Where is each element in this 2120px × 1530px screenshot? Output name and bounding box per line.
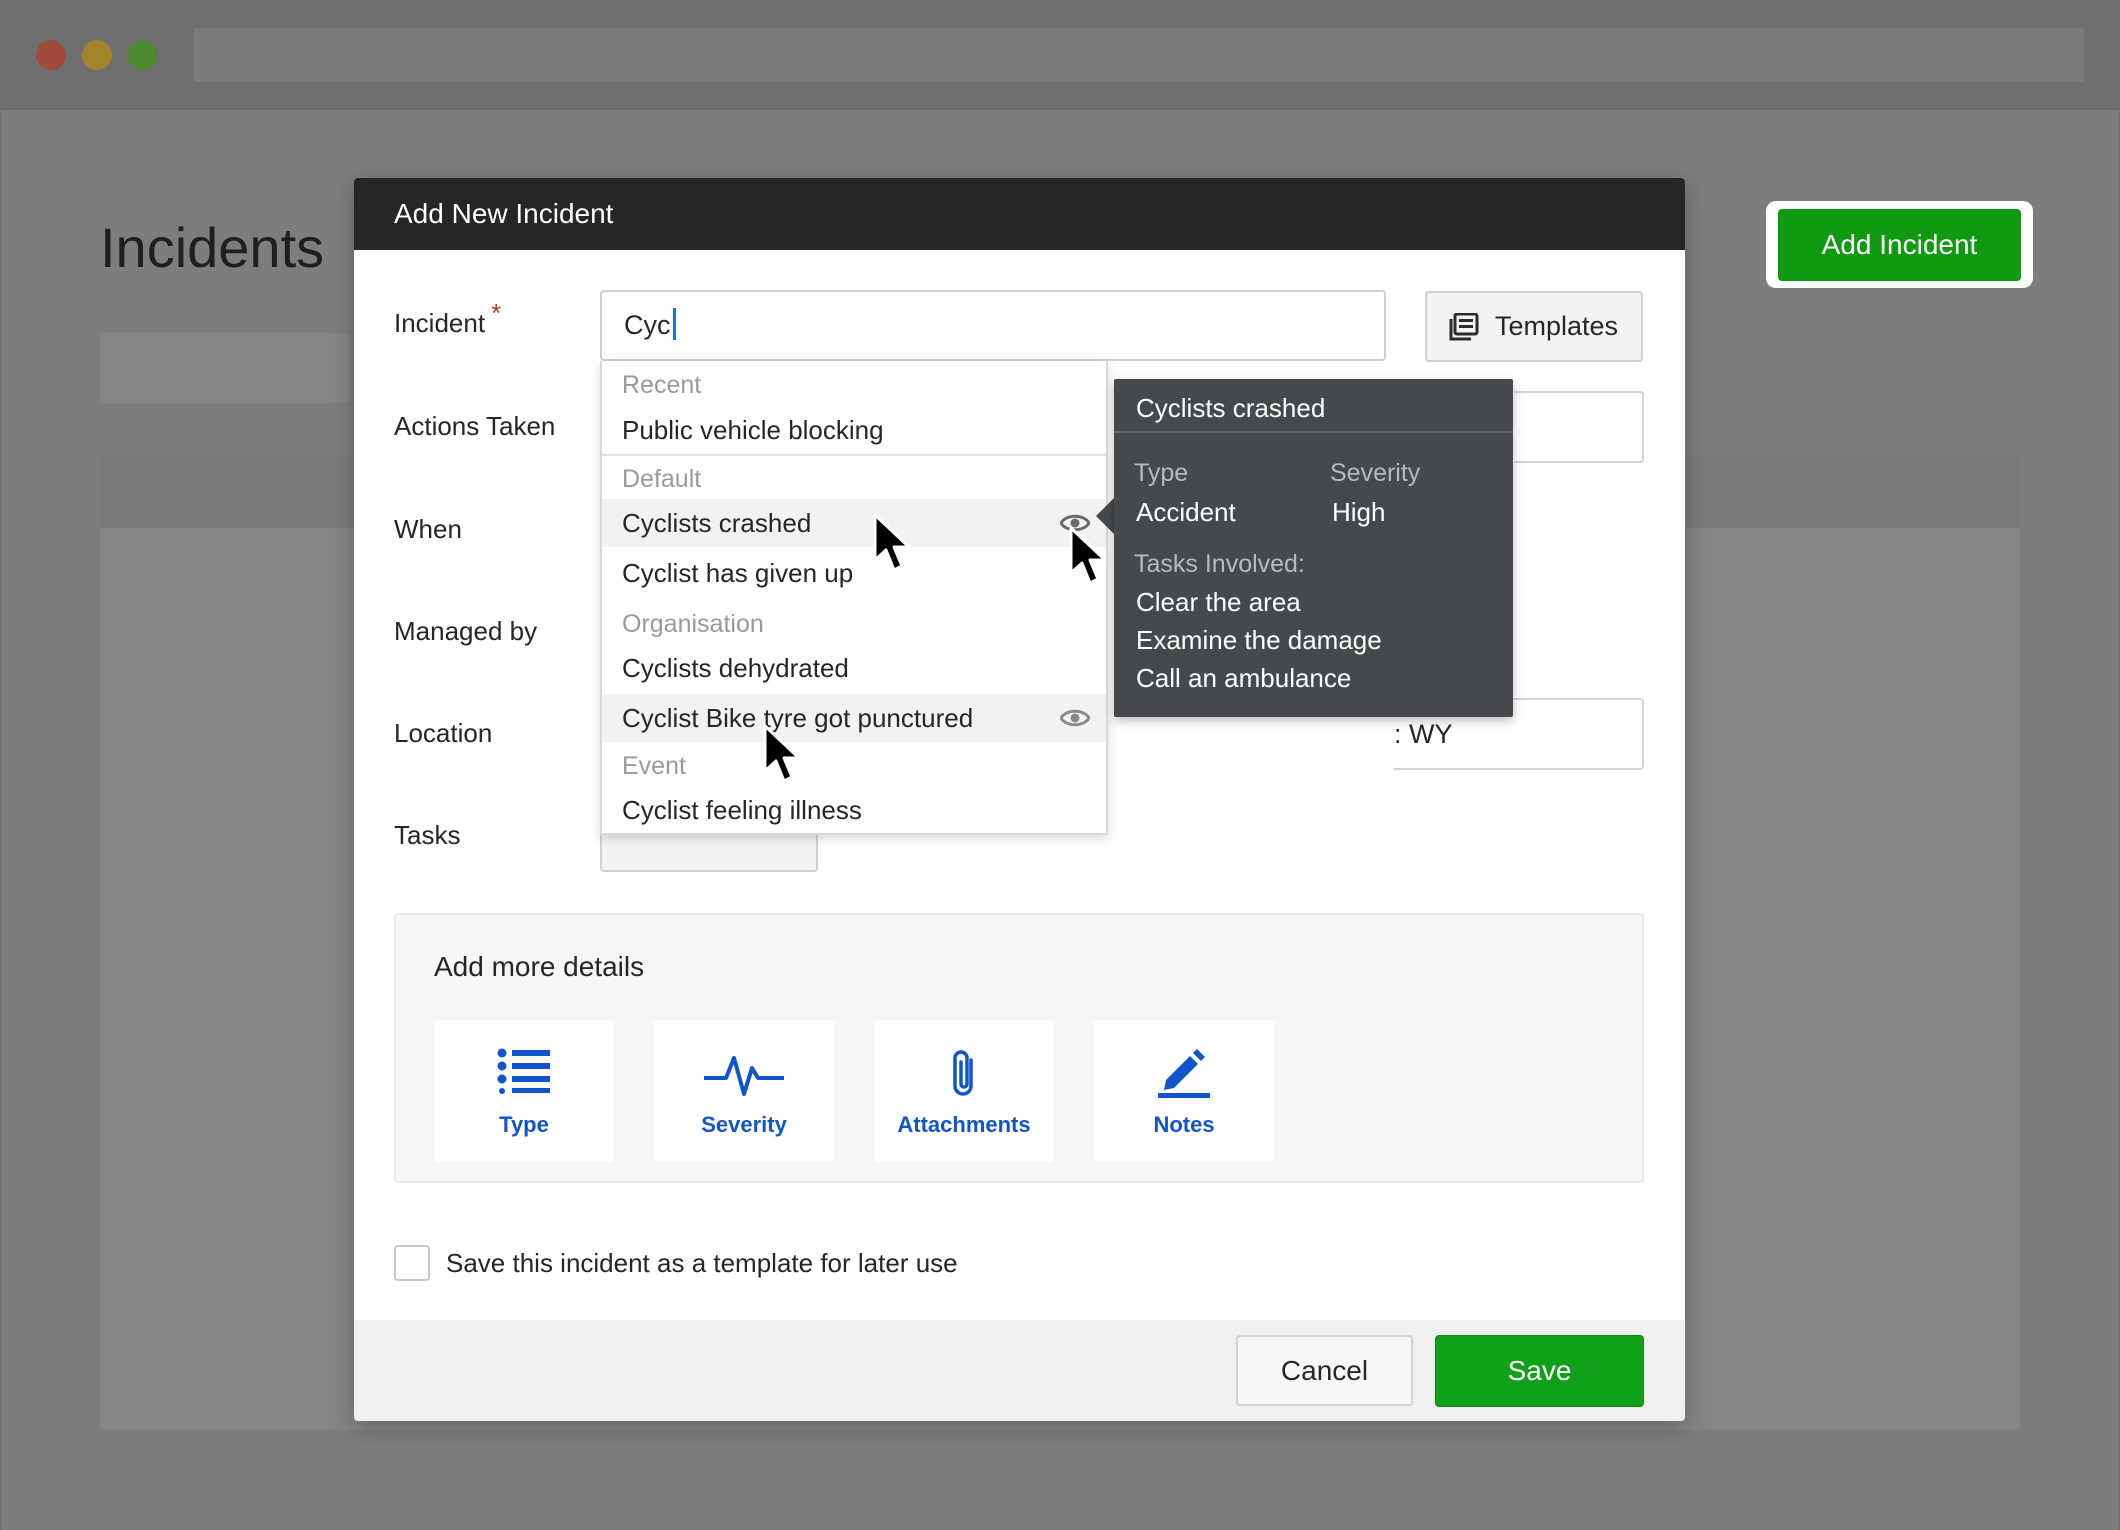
mouse-cursor-icon	[763, 724, 801, 783]
dropdown-item[interactable]: Cyclists dehydrated	[602, 644, 1106, 692]
paperclip-icon	[874, 1048, 1054, 1098]
dropdown-group-label: Default	[622, 465, 702, 493]
dropdown-item-label: Cyclists crashed	[622, 508, 812, 538]
pulse-icon	[654, 1048, 834, 1098]
tooltip-task-item: Clear the area	[1136, 587, 1301, 617]
incident-input-value: Cyc	[624, 310, 671, 340]
templates-button[interactable]: Templates	[1425, 291, 1643, 362]
dropdown-item[interactable]: Cyclist feeling illness	[602, 786, 1106, 834]
tooltip-type-value: Accident	[1136, 497, 1236, 527]
actions-taken-input[interactable]	[1514, 391, 1644, 463]
templates-button-label: Templates	[1495, 311, 1619, 341]
dropdown-divider	[602, 454, 1106, 456]
tooltip-type-label: Type	[1134, 459, 1189, 487]
template-preview-tooltip: Cyclists crashed Type Severity Accident …	[1114, 379, 1513, 717]
window-close-dot[interactable]	[36, 40, 66, 70]
dropdown-item-label: Cyclist has given up	[622, 558, 854, 588]
detail-card-severity[interactable]: Severity	[654, 1020, 834, 1162]
window-minimize-dot[interactable]	[82, 40, 112, 70]
add-more-details-panel: Add more details Type Severity Attachmen…	[394, 913, 1644, 1183]
tooltip-severity-value: High	[1332, 497, 1386, 527]
dropdown-group-label: Recent	[622, 371, 702, 399]
detail-card-label: Attachments	[897, 1112, 1031, 1137]
detail-card-notes[interactable]: Notes	[1094, 1020, 1274, 1162]
mouse-cursor-icon	[873, 513, 911, 572]
dropdown-item[interactable]: Cyclist has given up	[602, 549, 1106, 597]
cancel-button[interactable]: Cancel	[1236, 1335, 1413, 1406]
save-as-template-checkbox[interactable]	[394, 1245, 430, 1281]
detail-card-label: Severity	[701, 1112, 787, 1137]
incident-label: Incident *	[394, 298, 501, 339]
save-button[interactable]: Save	[1435, 1335, 1644, 1407]
add-incident-button[interactable]: Add Incident	[1778, 209, 2021, 281]
page-title: Incidents	[100, 216, 325, 279]
incident-autocomplete-dropdown: Recent Public vehicle blocking Default C…	[600, 361, 1108, 835]
incident-label-text: Incident	[394, 308, 486, 338]
window-maximize-dot[interactable]	[128, 40, 158, 70]
tooltip-severity-label: Severity	[1330, 459, 1421, 487]
list-icon	[434, 1048, 614, 1098]
detail-card-type[interactable]: Type	[434, 1020, 614, 1162]
background-filter-pill	[100, 333, 350, 403]
required-marker: *	[491, 298, 502, 328]
location-label: Location	[394, 718, 493, 748]
when-label: When	[394, 514, 462, 544]
dropdown-item-label: Cyclist feeling illness	[622, 795, 862, 825]
detail-card-label: Type	[499, 1112, 549, 1137]
dropdown-item[interactable]: Public vehicle blocking	[602, 406, 1106, 454]
location-input-value: : WY	[1394, 719, 1453, 749]
modal-title: Add New Incident	[354, 178, 1685, 250]
dropdown-group-label: Event	[622, 752, 686, 780]
tooltip-divider	[1114, 431, 1513, 433]
tooltip-task-item: Examine the damage	[1136, 625, 1382, 655]
incident-input[interactable]: Cyc	[600, 290, 1386, 361]
save-as-template-label: Save this incident as a template for lat…	[446, 1248, 958, 1278]
dropdown-item-label: Public vehicle blocking	[622, 415, 884, 445]
browser-chrome	[0, 0, 2120, 110]
mouse-cursor-icon	[1069, 526, 1107, 585]
dropdown-item[interactable]: Cyclists crashed	[602, 499, 1106, 547]
dropdown-item-label: Cyclists dehydrated	[622, 653, 849, 683]
tooltip-tasks-label: Tasks Involved:	[1134, 550, 1305, 578]
actions-taken-label: Actions Taken	[394, 411, 556, 441]
text-caret	[672, 308, 676, 340]
managed-by-label: Managed by	[394, 616, 538, 646]
details-title: Add more details	[434, 951, 645, 982]
address-bar[interactable]	[194, 28, 2084, 82]
detail-card-attachments[interactable]: Attachments	[874, 1020, 1054, 1162]
detail-card-label: Notes	[1153, 1112, 1215, 1137]
templates-icon	[1449, 313, 1479, 341]
eye-icon[interactable]	[1060, 707, 1090, 729]
dropdown-item[interactable]: Cyclist Bike tyre got punctured	[602, 694, 1106, 742]
pencil-icon	[1094, 1048, 1274, 1098]
tasks-label: Tasks	[394, 820, 461, 850]
dropdown-group-label: Organisation	[622, 610, 764, 638]
tooltip-task-item: Call an ambulance	[1136, 663, 1352, 693]
tooltip-title: Cyclists crashed	[1136, 393, 1326, 423]
